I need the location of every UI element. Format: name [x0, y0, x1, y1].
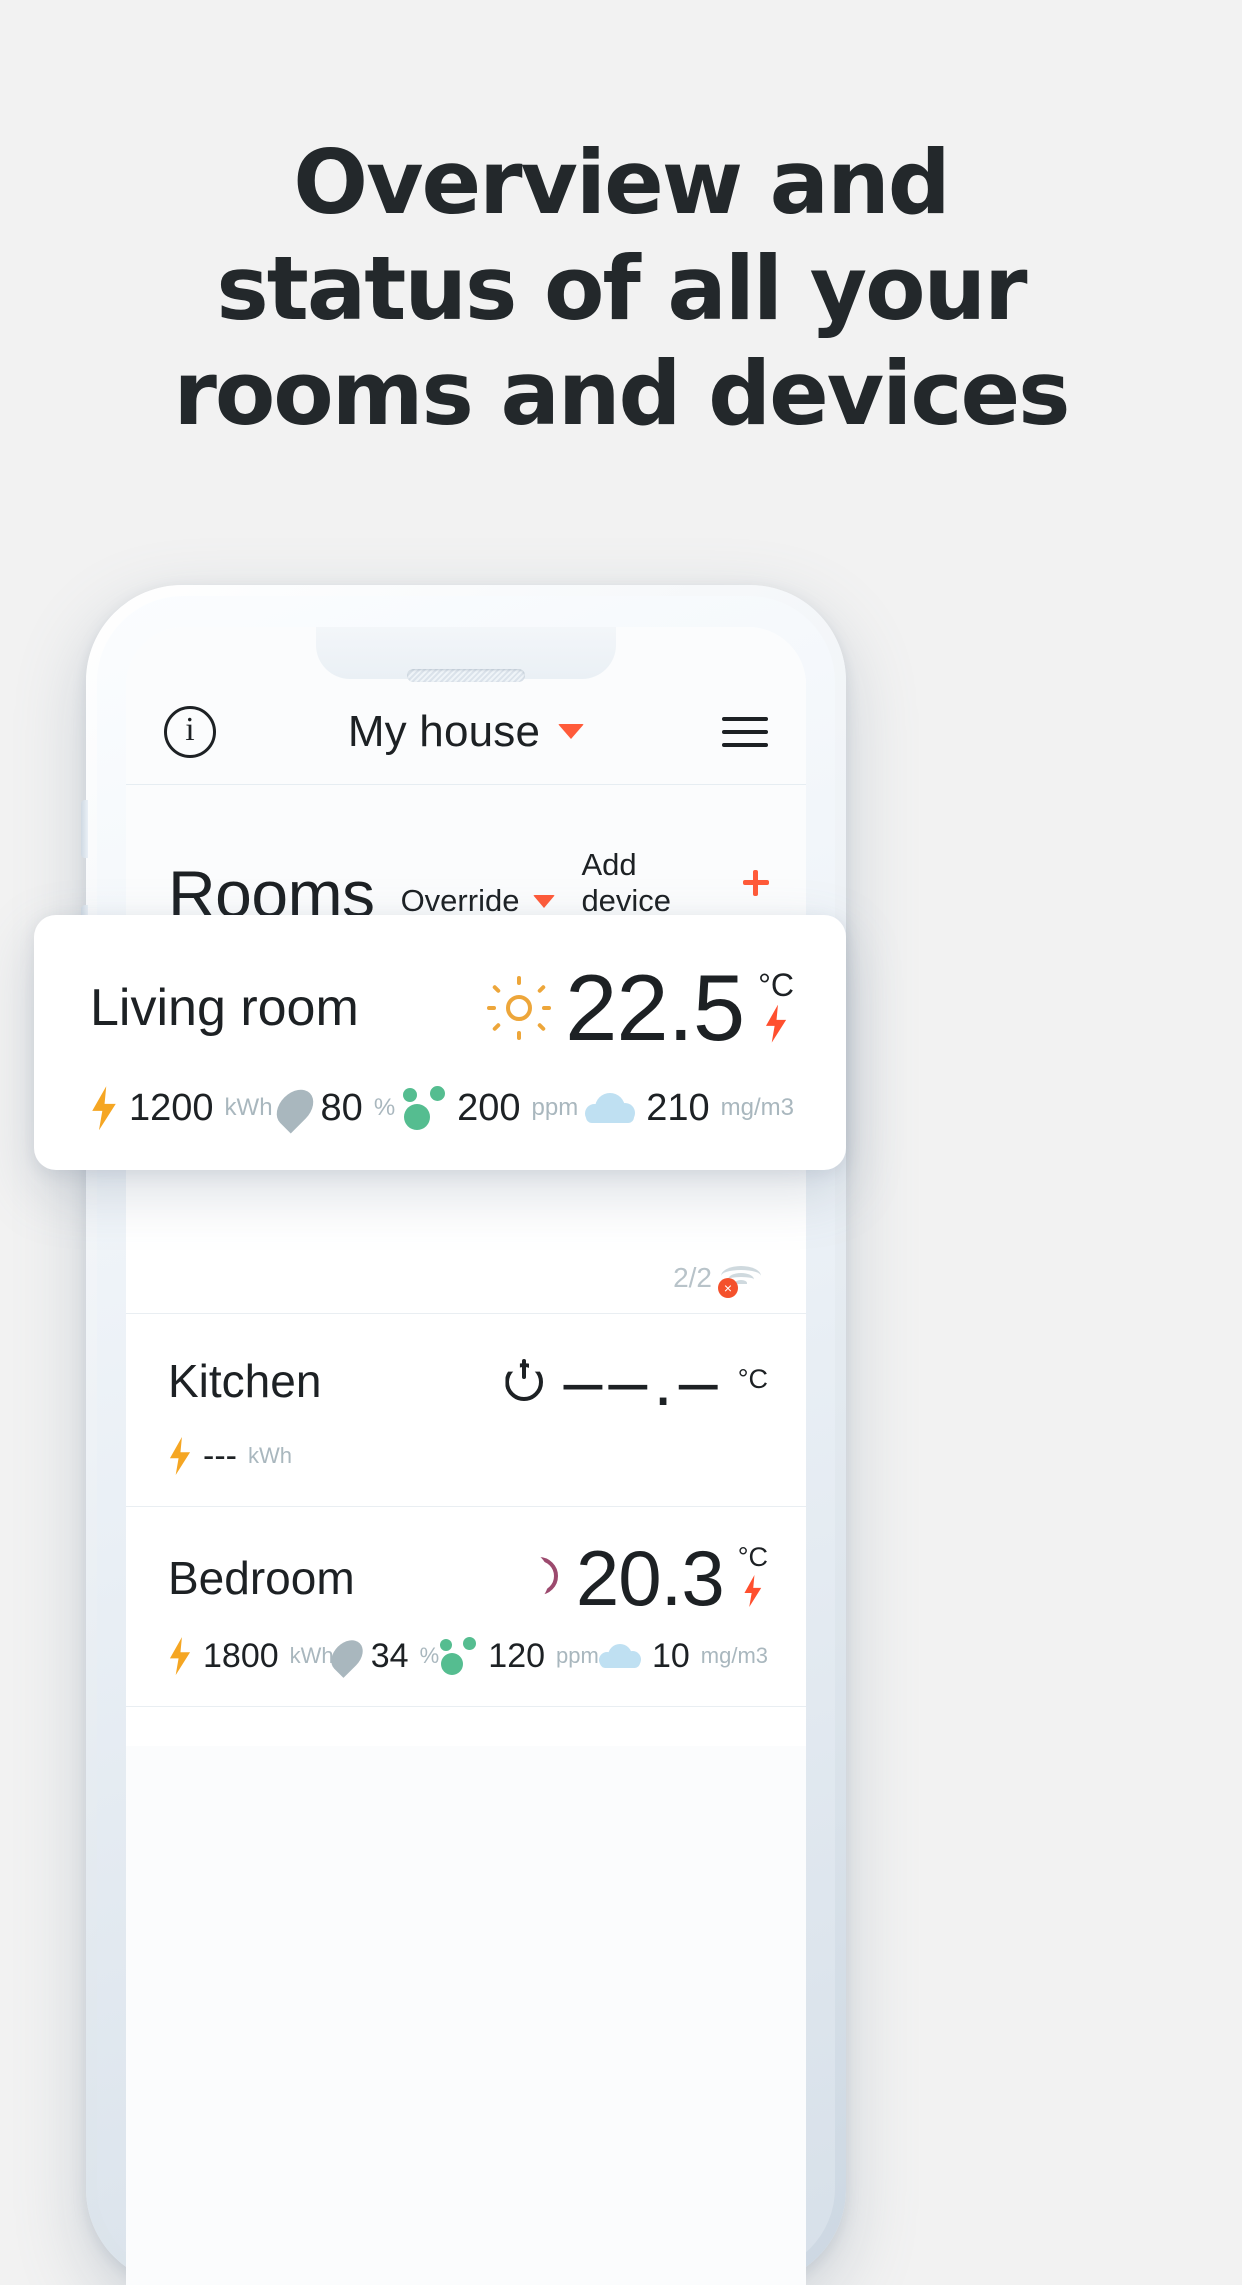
- living-room-main: Living room 22.5 °C: [90, 955, 794, 1060]
- headline-line-2: status of all your: [216, 236, 1027, 340]
- metric-value: 34: [370, 1636, 409, 1675]
- metric-unit: mg/m3: [720, 1094, 794, 1122]
- phone-side-button-mute: [81, 800, 88, 858]
- co2-molecule-icon: [402, 1086, 446, 1131]
- chevron-down-icon[interactable]: [533, 894, 556, 908]
- power-icon[interactable]: [505, 1359, 549, 1403]
- metric-value: 200: [457, 1086, 521, 1129]
- moon-icon: [519, 1556, 562, 1599]
- living-room-card[interactable]: Living room 22.5 °C 1200 kWh 80 % 200 pp…: [34, 915, 846, 1171]
- phone-earpiece-speaker: [407, 669, 525, 682]
- phone-screen: i My house Rooms Override Add device 2/2…: [126, 627, 806, 2285]
- metric-value: 10: [651, 1636, 690, 1675]
- room-name: Living room: [90, 978, 359, 1037]
- metric-value: 120: [488, 1636, 546, 1675]
- temperature-unit-column: °C: [738, 1544, 768, 1611]
- lightning-bolt-icon: [92, 1086, 116, 1131]
- metric-energy: 1200 kWh: [90, 1086, 273, 1131]
- metric-humidity: 34 %: [324, 1634, 440, 1679]
- info-icon[interactable]: i: [164, 705, 216, 758]
- metric-unit: %: [419, 1643, 440, 1669]
- app-viewport: i My house Rooms Override Add device 2/2…: [126, 627, 806, 2285]
- wifi-error-icon: ×: [718, 1262, 762, 1298]
- page-headline: Overview and status of all your rooms an…: [0, 130, 1242, 447]
- override-label: Override: [400, 883, 520, 918]
- table-row[interactable]: 2/2 × Kitchen ––.– °C --- kWh: [126, 1262, 806, 1506]
- lightning-bolt-icon: [744, 1575, 762, 1608]
- metric-value: 1200: [129, 1086, 214, 1129]
- kitchen-metrics: --- kWh: [168, 1437, 768, 1476]
- bedroom-row-main: Bedroom 20.3 °C: [168, 1533, 768, 1622]
- temperature-unit: °C: [737, 1542, 768, 1573]
- room-name: Kitchen: [168, 1355, 322, 1408]
- house-selector[interactable]: My house: [254, 707, 678, 757]
- navbar-right: [678, 716, 768, 747]
- metric-unit: ppm: [531, 1094, 579, 1122]
- table-row[interactable]: [126, 1705, 806, 1746]
- metric-unit: %: [373, 1094, 396, 1122]
- add-device-label: Add device: [581, 847, 672, 918]
- bedroom-metrics: 1800 kWh 34 % 120 ppm 10 mg/m3: [168, 1634, 769, 1679]
- plus-icon[interactable]: [742, 870, 770, 896]
- living-room-metrics: 1200 kWh 80 % 200 ppm 210 mg/m3: [90, 1082, 794, 1134]
- lightning-bolt-icon: [169, 1637, 191, 1676]
- app-navbar: i My house: [126, 679, 806, 785]
- chevron-down-icon[interactable]: [558, 724, 585, 739]
- kitchen-reading: ––.– °C: [505, 1342, 768, 1420]
- temperature-value: ––.–: [563, 1342, 724, 1420]
- temperature-value: 22.5: [565, 955, 745, 1060]
- temperature-value: 20.3: [575, 1533, 725, 1622]
- metric-unit: kWh: [224, 1094, 273, 1122]
- metric-value: 1800: [203, 1636, 279, 1675]
- kitchen-row-main: Kitchen ––.– °C: [168, 1342, 768, 1420]
- metric-energy: --- kWh: [168, 1437, 292, 1476]
- metric-value: 210: [646, 1086, 710, 1129]
- navbar-title: My house: [347, 706, 541, 756]
- hamburger-menu-icon[interactable]: [722, 716, 768, 747]
- cloud-icon: [598, 1644, 641, 1669]
- metric-co2: 120 ppm: [439, 1637, 599, 1676]
- temperature-unit-column: °C: [758, 969, 794, 1047]
- living-room-reading: 22.5 °C: [487, 955, 794, 1060]
- metric-unit: kWh: [247, 1443, 292, 1468]
- device-count-badge: 2/2: [673, 1262, 712, 1293]
- metric-value: 80: [320, 1086, 363, 1129]
- metric-voc: 210 mg/m3: [585, 1087, 794, 1130]
- phone-mockup: i My house Rooms Override Add device 2/2…: [81, 585, 846, 2285]
- navbar-left: i: [164, 705, 254, 758]
- metric-energy: 1800 kWh: [168, 1637, 334, 1676]
- temperature-unit: °C: [758, 966, 794, 1003]
- temperature-unit: °C: [737, 1363, 768, 1394]
- water-drop-icon: [269, 1082, 320, 1134]
- metric-unit: ppm: [556, 1643, 599, 1669]
- metric-co2: 200 ppm: [402, 1086, 579, 1131]
- temperature-unit-column: °C: [737, 1363, 768, 1397]
- metric-voc: 10 mg/m3: [598, 1636, 769, 1676]
- metric-value: ---: [203, 1436, 237, 1475]
- lightning-bolt-icon: [765, 1004, 787, 1043]
- sun-icon: [487, 975, 552, 1040]
- metric-unit: kWh: [289, 1643, 334, 1669]
- headline-line-3: rooms and devices: [173, 342, 1070, 446]
- room-name: Bedroom: [168, 1551, 355, 1604]
- bedroom-reading: 20.3 °C: [519, 1533, 768, 1622]
- table-row[interactable]: Bedroom 20.3 °C 1800 kWh 34 % 120 ppm 10…: [126, 1505, 806, 1706]
- headline-line-1: Overview and: [293, 131, 950, 234]
- metric-humidity: 80 %: [269, 1082, 396, 1134]
- metric-unit: mg/m3: [700, 1643, 769, 1669]
- lightning-bolt-icon: [169, 1437, 191, 1475]
- co2-molecule-icon: [439, 1637, 477, 1676]
- kitchen-device-status: 2/2 ×: [673, 1262, 762, 1298]
- cloud-icon: [585, 1093, 636, 1124]
